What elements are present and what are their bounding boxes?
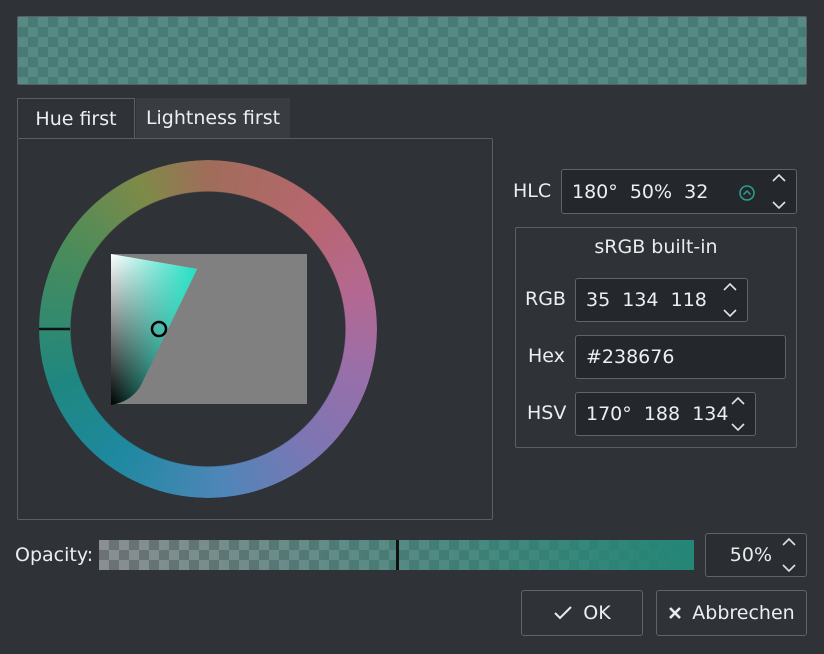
hex-field[interactable]: #238676 xyxy=(575,335,786,379)
hlc-value: 180° 50% 32 xyxy=(572,180,709,203)
ok-button[interactable]: OK xyxy=(521,590,643,636)
tab-hue-first-label: Hue first xyxy=(35,107,117,130)
chevron-up-icon[interactable] xyxy=(722,282,738,292)
tab-lightness-first-label: Lightness first xyxy=(145,107,281,129)
color-preview xyxy=(17,16,807,85)
chevron-down-icon[interactable] xyxy=(722,308,738,318)
opacity-slider[interactable] xyxy=(99,540,694,570)
hlc-label: HLC xyxy=(513,180,552,202)
opacity-field[interactable]: 50% xyxy=(705,533,807,577)
opacity-slider-handle[interactable] xyxy=(396,540,399,570)
cancel-button-label: Abbrechen xyxy=(692,602,795,624)
chevron-down-icon[interactable] xyxy=(781,563,797,573)
hex-value: #238676 xyxy=(586,346,675,368)
opacity-spinbox-arrows[interactable] xyxy=(778,537,800,573)
color-space-title: sRGB built-in xyxy=(594,236,718,258)
opacity-label: Opacity: xyxy=(15,544,94,566)
rgb-field[interactable]: 35 134 118 xyxy=(575,278,748,322)
rgb-value: 35 134 118 xyxy=(586,289,707,311)
ok-button-label: OK xyxy=(583,602,611,624)
gamut-indicator-icon xyxy=(739,185,755,201)
hlc-field[interactable]: 180° 50% 32 xyxy=(561,169,797,214)
chevron-down-icon[interactable] xyxy=(771,200,787,210)
checkmark-icon xyxy=(554,606,572,620)
hex-label: Hex xyxy=(528,345,565,367)
color-wheel-svg xyxy=(39,160,377,498)
close-icon xyxy=(669,607,682,619)
hsv-field[interactable]: 170° 188 134 xyxy=(575,392,756,436)
cancel-button[interactable]: Abbrechen xyxy=(656,590,807,636)
opacity-value: 50% xyxy=(729,544,772,566)
chevron-up-icon[interactable] xyxy=(771,173,787,183)
color-wheel-panel xyxy=(17,138,493,520)
rgb-spinbox-arrows[interactable] xyxy=(719,282,741,318)
hlc-spinbox-arrows[interactable] xyxy=(768,173,790,210)
color-preview-fill xyxy=(18,17,806,84)
hsv-spinbox-arrows[interactable] xyxy=(727,396,749,432)
tab-hue-first[interactable]: Hue first xyxy=(17,98,135,138)
chevron-up-icon[interactable] xyxy=(730,396,746,406)
rgb-label: RGB xyxy=(525,288,566,310)
chevron-down-icon[interactable] xyxy=(730,422,746,432)
tab-lightness-first[interactable]: Lightness first xyxy=(136,98,290,138)
hsv-value: 170° 188 134 xyxy=(586,403,729,425)
chevron-up-icon[interactable] xyxy=(781,537,797,547)
hsv-label: HSV xyxy=(527,402,567,424)
